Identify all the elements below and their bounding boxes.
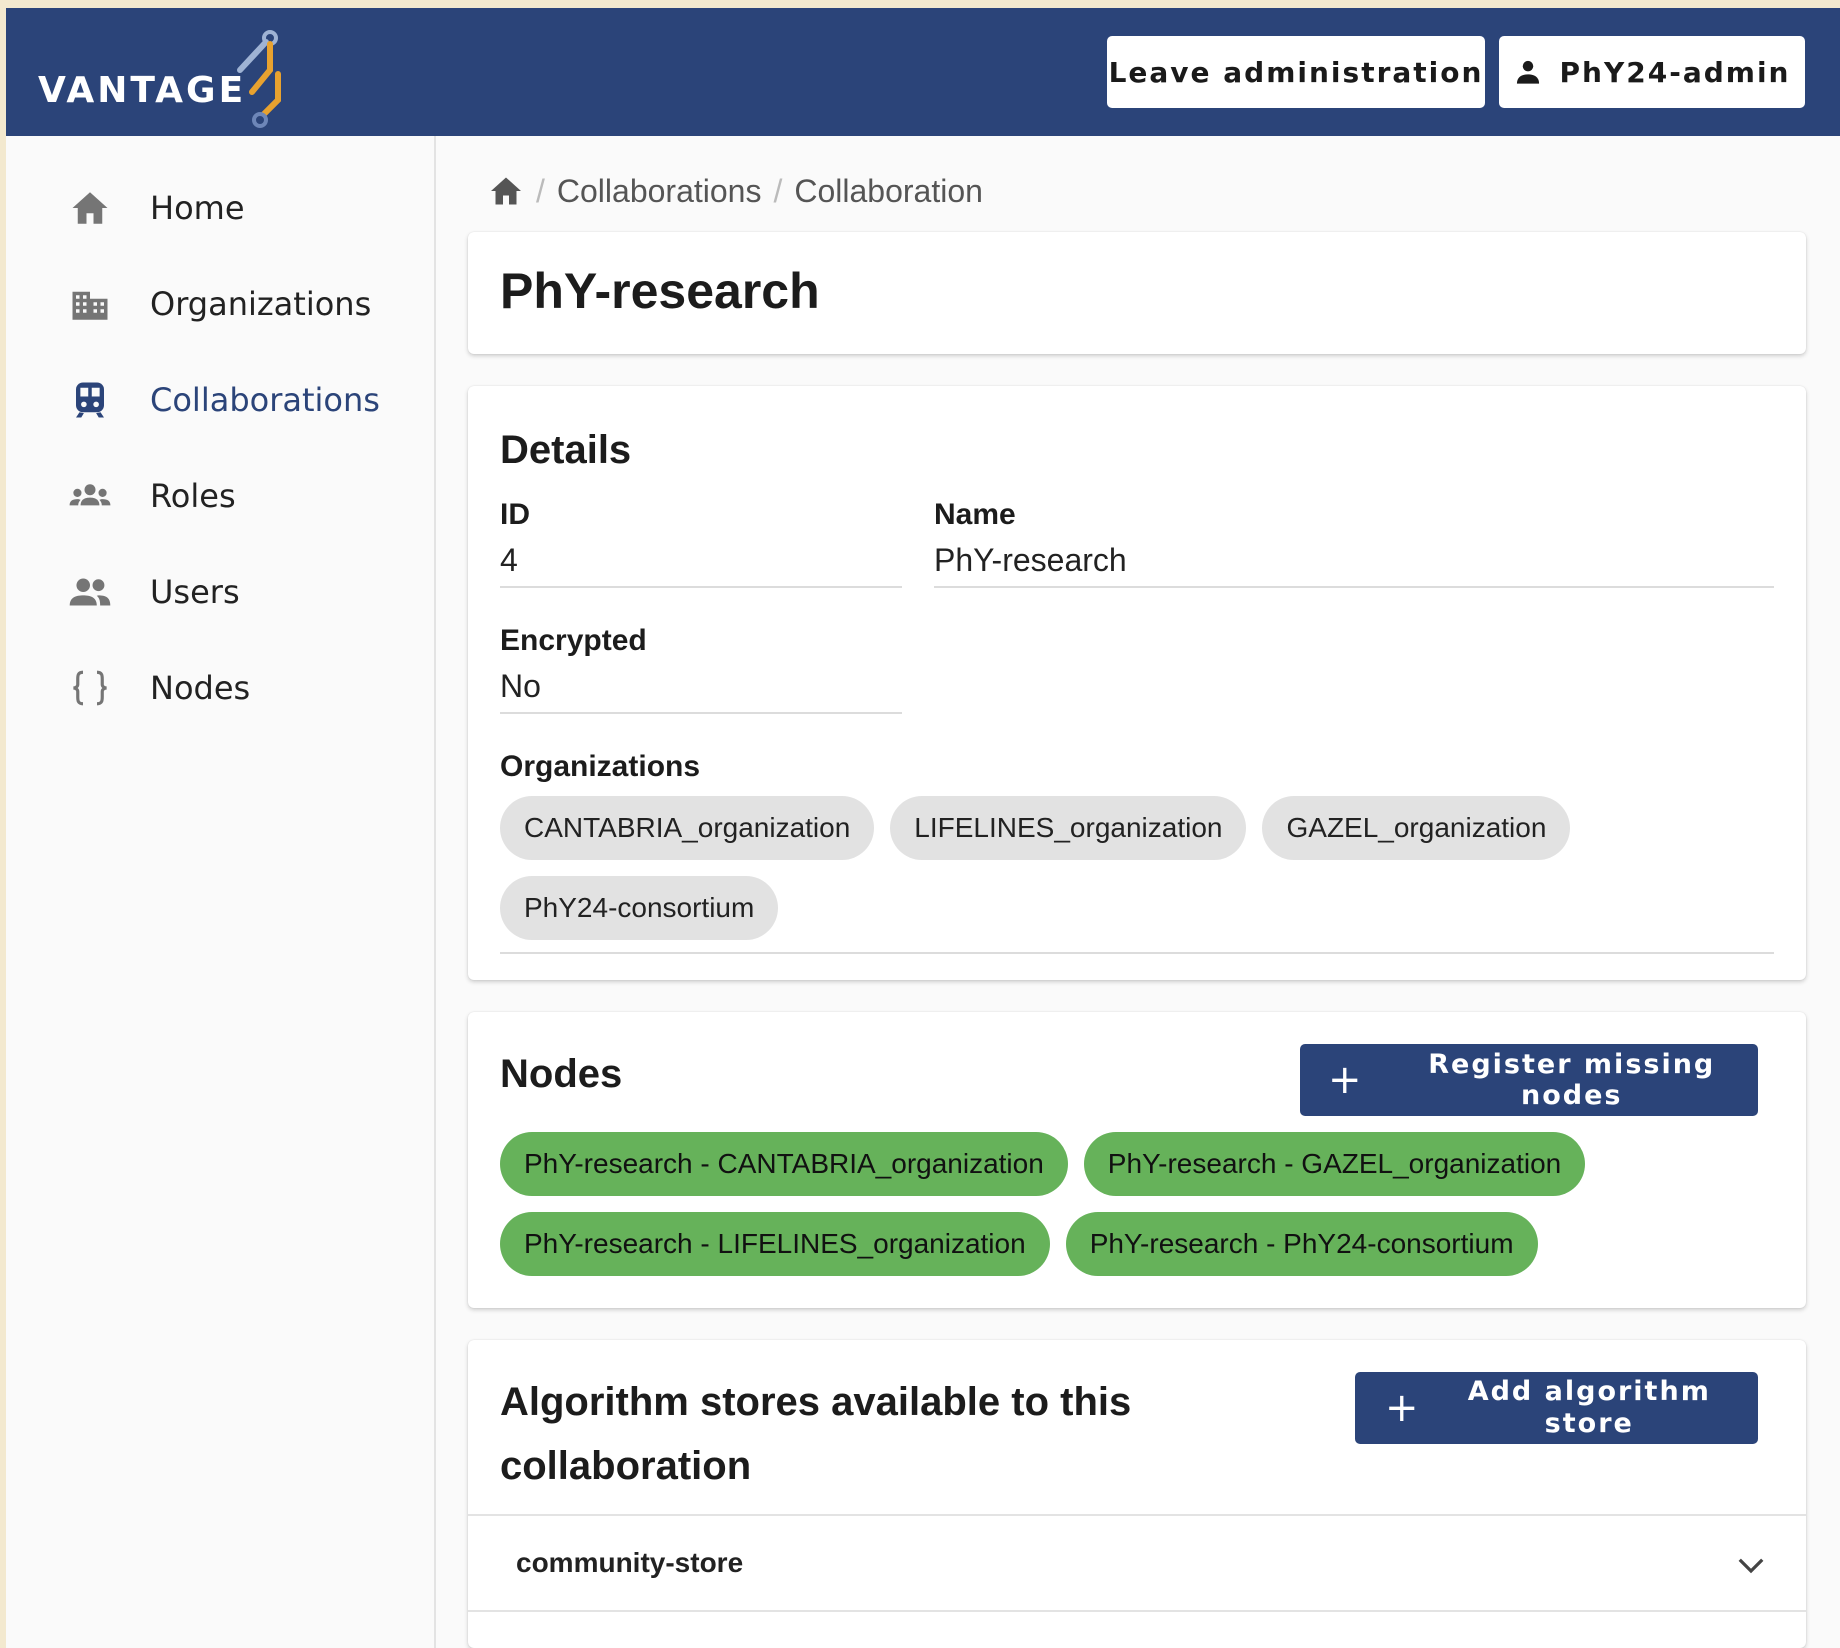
algorithm-stores-heading: Algorithm stores available to this colla…	[500, 1370, 1131, 1498]
sidebar-item-home[interactable]: Home	[6, 168, 434, 248]
id-value: 4	[500, 542, 518, 578]
sidebar-item-label: Roles	[150, 477, 236, 515]
add-algorithm-store-button[interactable]: + Add algorithm store	[1355, 1372, 1758, 1444]
id-label: ID	[500, 498, 530, 531]
add-algorithm-store-label-line1: Add algorithm	[1467, 1376, 1711, 1407]
add-algorithm-store-label-line2: store	[1544, 1408, 1634, 1439]
nodes-heading: Nodes	[500, 1052, 623, 1096]
groups-icon	[68, 474, 112, 518]
name-field: Name PhY-research	[934, 498, 1774, 588]
encrypted-label: Encrypted	[500, 624, 647, 657]
breadcrumb-separator: /	[773, 172, 783, 209]
user-menu-button[interactable]: PhY24-admin	[1499, 36, 1805, 108]
people-icon	[68, 570, 112, 614]
sidebar-item-roles[interactable]: Roles	[6, 456, 434, 536]
home-icon[interactable]	[488, 173, 524, 209]
braces-icon	[68, 666, 112, 710]
name-label: Name	[934, 498, 1016, 531]
id-field: ID 4	[500, 498, 902, 588]
organization-chip[interactable]: PhY24-consortium	[500, 876, 779, 940]
building-icon	[68, 282, 112, 326]
title-card: PhY-research	[468, 232, 1806, 354]
sidebar-item-label: Users	[150, 573, 240, 611]
organization-chip[interactable]: GAZEL_organization	[1262, 796, 1571, 860]
page-title: PhY-research	[500, 263, 820, 319]
sidebar-item-label: Nodes	[150, 669, 251, 707]
nodes-chip-row: PhY-research - CANTABRIA_organization Ph…	[500, 1132, 1586, 1196]
train-icon	[68, 378, 112, 422]
logo-mark-icon	[237, 30, 281, 128]
node-chip[interactable]: PhY-research - PhY24-consortium	[1065, 1212, 1538, 1276]
user-name: PhY24-admin	[1559, 55, 1791, 89]
vantage-logo[interactable]: VANTAGE	[38, 30, 298, 130]
node-chip[interactable]: PhY-research - CANTABRIA_organization	[500, 1132, 1068, 1196]
organizations-label: Organizations	[500, 750, 701, 783]
sidebar-item-label: Home	[150, 189, 245, 227]
algorithm-stores-heading-line1: Algorithm stores available to this	[500, 1380, 1132, 1424]
sidebar-item-organizations[interactable]: Organizations	[6, 264, 434, 344]
node-chip[interactable]: PhY-research - LIFELINES_organization	[500, 1212, 1050, 1276]
app-window: VANTAGE Leave administration PhY24-admin…	[6, 8, 1840, 1648]
organization-chip[interactable]: CANTABRIA_organization	[500, 796, 875, 860]
sidebar-item-nodes[interactable]: Nodes	[6, 648, 434, 728]
details-card: Details ID 4 Name PhY-research Encrypted…	[468, 386, 1806, 980]
logo-text: VANTAGE	[38, 70, 247, 111]
top-bar: VANTAGE Leave administration PhY24-admin	[6, 8, 1840, 136]
register-missing-nodes-label: Register missing nodes	[1428, 1049, 1716, 1111]
store-name: community-store	[516, 1547, 744, 1578]
algorithm-stores-heading-line2: collaboration	[500, 1444, 752, 1488]
register-missing-nodes-button[interactable]: + Register missing nodes	[1300, 1044, 1758, 1116]
add-algorithm-store-label: Add algorithm store	[1421, 1376, 1758, 1440]
algorithm-stores-card: Algorithm stores available to this colla…	[468, 1340, 1806, 1648]
encrypted-value: No	[500, 668, 541, 704]
details-heading: Details	[500, 428, 632, 472]
breadcrumb-collaborations[interactable]: Collaborations	[557, 173, 762, 210]
nodes-chip-row: PhY-research - LIFELINES_organization Ph…	[500, 1212, 1538, 1276]
organizations-divider	[500, 952, 1774, 954]
node-chip[interactable]: PhY-research - GAZEL_organization	[1083, 1132, 1586, 1196]
chevron-down-icon[interactable]	[1736, 1554, 1766, 1578]
plus-icon: +	[1328, 1057, 1364, 1103]
sidebar-item-collaborations[interactable]: Collaborations	[6, 360, 434, 440]
organizations-chip-row: CANTABRIA_organization LIFELINES_organiz…	[500, 796, 1571, 860]
sidebar: Home Organizations Collaborations Roles …	[6, 136, 436, 1648]
sidebar-item-users[interactable]: Users	[6, 552, 434, 632]
nodes-card: Nodes + Register missing nodes PhY-resea…	[468, 1012, 1806, 1308]
encrypted-field: Encrypted No	[500, 624, 902, 714]
organizations-chip-row: PhY24-consortium	[500, 876, 779, 940]
person-icon	[1516, 60, 1539, 84]
breadcrumb-collaboration: Collaboration	[794, 172, 983, 209]
leave-administration-button[interactable]: Leave administration	[1107, 36, 1485, 108]
sidebar-item-label: Organizations	[150, 285, 372, 323]
home-icon	[68, 186, 112, 230]
breadcrumb-separator: /	[536, 172, 545, 209]
store-row-community-store[interactable]: community-store	[468, 1514, 1806, 1612]
breadcrumb: / Collaborations / Collaboration	[488, 166, 983, 216]
name-value: PhY-research	[934, 542, 1127, 578]
organization-chip[interactable]: LIFELINES_organization	[890, 796, 1247, 860]
plus-icon: +	[1385, 1385, 1421, 1431]
sidebar-item-label: Collaborations	[150, 381, 380, 419]
